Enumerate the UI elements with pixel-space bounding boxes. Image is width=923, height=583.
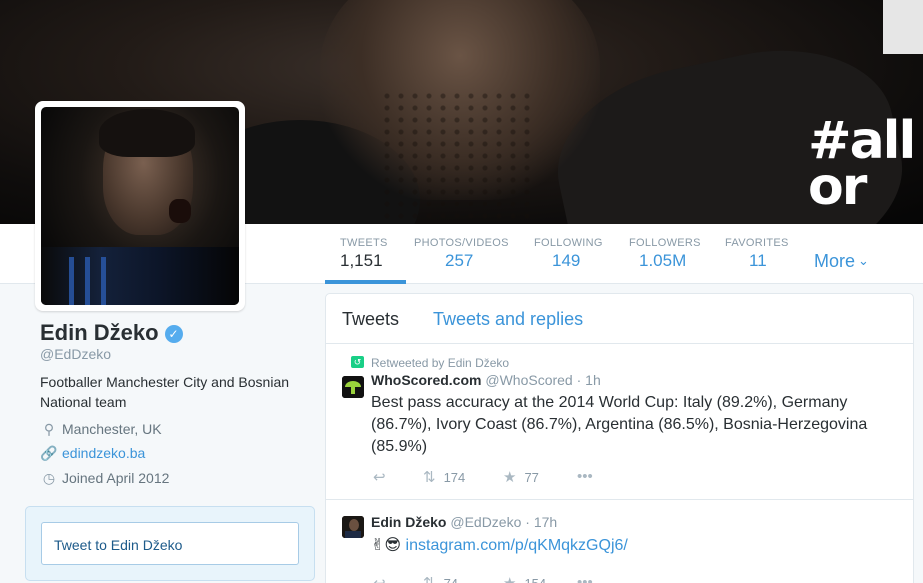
tweet-author-handle[interactable]: @EdDzeko [450,514,521,530]
retweet-button[interactable]: ⇅ 174 [423,468,465,486]
emoji-text: ✌😎 [371,537,402,554]
profile-handle[interactable]: @EdDzeko [40,346,111,362]
profile-name-text: Edin Džeko [40,320,159,345]
banner-hashtag-text: #all or [808,111,916,217]
profile-location: ⚲ Manchester, UK [40,421,162,441]
stat-photos-videos[interactable]: PHOTOS/VIDEOS 257 [414,224,509,284]
favorite-button[interactable]: ★ 77 [503,468,539,486]
retweet-small-icon: ↺ [351,356,364,368]
stat-following[interactable]: FOLLOWING 149 [534,224,603,284]
avatar-image [41,107,239,305]
banner-corner [883,0,923,54]
favorite-count: 77 [524,470,539,485]
reply-icon: ↩ [373,575,386,583]
tweet-item[interactable]: ↺ Retweeted by Edin Džeko WhoScored.com … [326,344,913,500]
link-icon: 🔗 [40,445,58,461]
tweet-text: Best pass accuracy at the 2014 World Cup… [371,394,868,455]
verified-badge-icon: ✓ [164,325,183,343]
reply-button[interactable]: ↩ [373,468,394,486]
retweet-count: 174 [443,470,466,485]
website-link[interactable]: edindzeko.ba [62,445,145,461]
stat-value: 149 [552,251,581,270]
more-actions-button[interactable]: ••• [577,574,601,583]
banner-pattern [380,90,530,224]
profile-avatar[interactable] [35,101,245,311]
stat-value: 1,151 [340,251,383,270]
tweet-author-avatar[interactable] [342,516,364,538]
clock-icon: ◷ [42,470,56,486]
stat-tweets[interactable]: TWEETS 1,151 [325,224,406,284]
stat-value: 1.05M [639,251,687,270]
ellipsis-icon: ••• [577,574,593,583]
location-text: Manchester, UK [62,421,162,437]
tweet-text: ✌😎 instagram.com/p/qKMqkzGQj6/ [371,535,891,557]
stat-label: FOLLOWERS [629,237,701,249]
more-actions-button[interactable]: ••• [577,468,601,485]
stat-label: FOLLOWING [534,237,603,249]
joined-text: Joined April 2012 [62,470,170,486]
tweet-header: WhoScored.com @WhoScored · 1h [371,372,601,388]
profile-name[interactable]: Edin Džeko ✓ [40,320,183,346]
tweet-timestamp[interactable]: · 17h [525,514,557,530]
retweeted-by-text: Retweeted by Edin Džeko [371,356,510,370]
favorite-button[interactable]: ★ 154 [503,574,546,583]
timeline-panel: Tweets Tweets and replies ↺ Retweeted by… [325,293,914,583]
tweet-author-handle[interactable]: @WhoScored [485,372,572,388]
retweet-count: 74 [444,576,458,583]
avatar-shirt-stripe [69,257,74,305]
retweet-icon: ⇅ [423,469,436,486]
retweet-button[interactable]: ⇅ 74 [423,574,458,583]
more-dropdown-button[interactable]: More ⌄ [814,251,869,272]
stat-followers[interactable]: FOLLOWERS 1.05M [629,224,701,284]
timeline-tabs: Tweets Tweets and replies [326,294,913,344]
tab-tweets-and-replies[interactable]: Tweets and replies [433,309,583,330]
star-icon: ★ [503,575,516,583]
retweet-icon: ⇅ [423,575,436,583]
tweet-item[interactable]: Edin Džeko @EdDzeko · 17h ✌😎 instagram.c… [326,500,913,583]
tab-tweets[interactable]: Tweets [342,309,399,330]
stat-favorites[interactable]: FAVORITES 11 [725,224,789,284]
profile-website: 🔗 edindzeko.ba [40,445,145,465]
avatar-hair [99,109,195,157]
reply-button[interactable]: ↩ [373,574,394,583]
author-avatar-image [342,516,364,538]
stat-label: FAVORITES [725,237,789,249]
tweet-header: Edin Džeko @EdDzeko · 17h [371,514,557,530]
reply-icon: ↩ [373,469,386,486]
chevron-down-icon: ⌄ [858,253,869,268]
star-icon: ★ [503,469,517,486]
stat-label: TWEETS [340,237,388,249]
location-pin-icon: ⚲ [43,421,55,437]
whoscored-logo-icon [342,376,364,398]
more-label: More [814,251,856,271]
avatar-shirt-stripe [101,257,106,305]
tweet-timestamp[interactable]: · 1h [577,372,601,388]
stat-label: PHOTOS/VIDEOS [414,237,509,249]
tweet-author-name[interactable]: WhoScored.com [371,372,481,388]
tweet-author-name[interactable]: Edin Džeko [371,514,446,530]
ellipsis-icon: ••• [577,468,593,485]
avatar-mouth [169,199,191,223]
avatar-shirt-stripe [85,257,90,305]
profile-bio: Footballer Manchester City and Bosnian N… [40,374,290,410]
stat-value: 11 [749,251,767,270]
profile-joined: ◷ Joined April 2012 [40,470,170,490]
favorite-count: 154 [524,576,546,583]
instagram-link[interactable]: instagram.com/p/qKMqkzGQj6/ [406,537,628,554]
tweet-to-input[interactable]: Tweet to Edin Džeko [41,522,299,565]
tweet-author-avatar[interactable] [342,376,364,398]
tweet-to-module: Tweet to Edin Džeko [25,506,315,581]
stat-value: 257 [445,251,474,270]
